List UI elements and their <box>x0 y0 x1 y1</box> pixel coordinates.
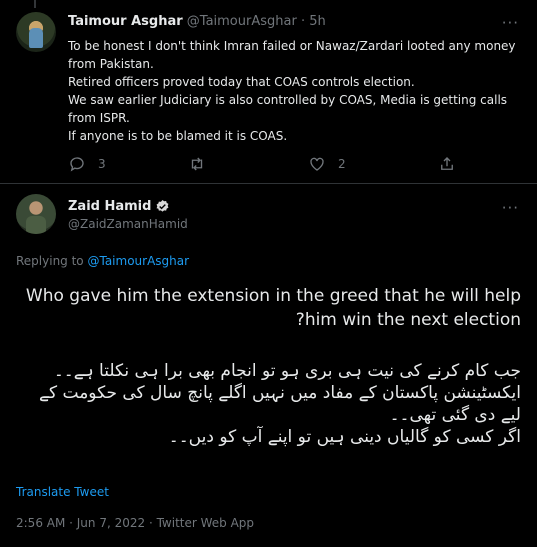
tweet-text-urdu: جب کام کرنے کی نیت ہی بری ہو تو انجام بھ… <box>16 360 521 448</box>
retweet-button[interactable] <box>188 155 218 173</box>
separator-dot: · <box>300 14 306 29</box>
tweet-line: جب کام کرنے کی نیت ہی بری ہو تو انجام بھ… <box>53 361 521 381</box>
replying-to: Replying to @TaimourAsghar <box>16 254 189 268</box>
tweet-line: We saw earlier Judiciary is also control… <box>68 93 508 125</box>
like-count: 2 <box>338 157 346 171</box>
tweet-text: To be honest I don't think Imran failed … <box>68 37 523 145</box>
author-name[interactable]: Zaid Hamid <box>68 199 151 214</box>
replying-handle-link[interactable]: @TaimourAsghar <box>87 254 189 268</box>
tweet-line: ایکسٹینشن پاکستان کے مفاد میں نہیں اگلے … <box>39 383 521 425</box>
reply-count: 3 <box>98 157 106 171</box>
tweet-timestamp[interactable]: 2:56 AM · Jun 7, 2022 · Twitter Web App <box>16 516 254 530</box>
tweet-line: Retired officers proved today that COAS … <box>68 75 415 89</box>
author-handle[interactable]: @ZaidZamanHamid <box>68 217 188 231</box>
tweet-time[interactable]: 5h <box>309 14 326 29</box>
avatar[interactable] <box>16 194 56 234</box>
avatar[interactable] <box>16 12 56 52</box>
tweet-line: If anyone is to be blamed it is COAS. <box>68 129 288 143</box>
thread-connector-line <box>34 0 36 8</box>
reply-button[interactable]: 3 <box>68 155 106 173</box>
verified-icon <box>157 199 169 212</box>
parent-tweet[interactable]: Taimour Asghar @TaimourAsghar · 5h ··· T… <box>0 0 537 184</box>
more-icon[interactable]: ··· <box>502 199 519 217</box>
like-icon <box>310 157 324 171</box>
author-handle[interactable]: @TaimourAsghar <box>187 14 297 29</box>
replying-prefix: Replying to <box>16 254 84 268</box>
like-button[interactable]: 2 <box>308 155 346 173</box>
share-icon <box>441 157 453 170</box>
reply-icon <box>70 157 84 172</box>
tweet-thread-view: Taimour Asghar @TaimourAsghar · 5h ··· T… <box>0 0 537 547</box>
tweet-line: اگر کسی کو گالیاں دینی ہیں تو اپنے آپ کو… <box>168 427 521 447</box>
tweet-line: To be honest I don't think Imran failed … <box>68 39 516 71</box>
more-icon[interactable]: ··· <box>502 14 519 32</box>
author-name-row[interactable]: Zaid Hamid <box>68 199 170 214</box>
share-button[interactable] <box>438 155 456 173</box>
retweet-icon <box>191 157 203 171</box>
tweet-header: Taimour Asghar @TaimourAsghar · 5h <box>68 14 326 29</box>
translate-tweet-link[interactable]: Translate Tweet <box>16 485 109 499</box>
author-name[interactable]: Taimour Asghar <box>68 14 183 29</box>
tweet-actions: 3 2 <box>68 155 508 175</box>
tweet-text: Who gave him the extension in the greed … <box>25 286 521 330</box>
